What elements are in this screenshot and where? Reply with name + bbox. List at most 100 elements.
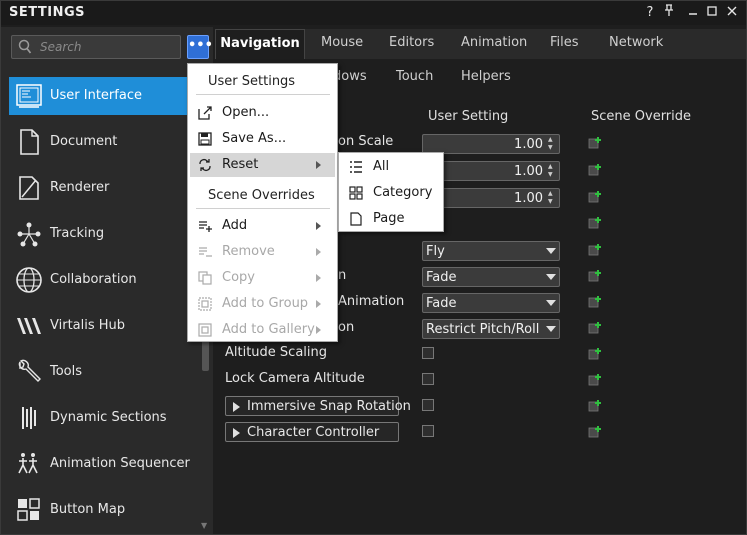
scene-override-add-icon[interactable] xyxy=(588,295,602,309)
tab-mouse[interactable]: Mouse xyxy=(321,29,363,59)
primary-tabs: Navigation Mouse Editors Animation Files… xyxy=(215,29,746,59)
menu-item-add-to-group[interactable]: Add to Group xyxy=(190,292,335,316)
row-label: on Scale xyxy=(338,134,394,149)
immersive-snap-rotation-expander[interactable]: Immersive Snap Rotation xyxy=(225,396,411,416)
row-label: Animation xyxy=(338,294,405,309)
sidebar-item-animation-sequencer[interactable]: Animation Sequencer xyxy=(9,445,205,483)
tab-touch[interactable]: Touch xyxy=(396,69,433,84)
sidebar-item-label: Tracking xyxy=(50,226,105,241)
scroll-down-icon[interactable]: ▼ xyxy=(201,521,207,530)
spinbox-value: 1.00 xyxy=(514,164,543,179)
sidebar-item-collaboration[interactable]: Collaboration xyxy=(9,261,205,299)
scene-override-add-icon[interactable] xyxy=(588,425,602,439)
sidebar-item-document[interactable]: Document xyxy=(9,123,205,161)
menu-item-copy[interactable]: Copy xyxy=(190,266,335,290)
more-options-button[interactable]: ••• xyxy=(187,35,213,59)
user-interface-icon xyxy=(15,82,43,110)
menu-item-label: Add to Gallery xyxy=(222,322,315,337)
menu-item-add[interactable]: Add xyxy=(190,214,335,238)
scene-override-add-icon[interactable] xyxy=(588,399,602,413)
scene-override-add-icon[interactable] xyxy=(588,347,602,361)
tab-editors[interactable]: Editors xyxy=(389,29,434,59)
menu-item-label: Copy xyxy=(222,270,255,285)
reset-icon xyxy=(198,158,212,172)
chevron-down-icon xyxy=(546,274,556,280)
submenu-arrow-icon xyxy=(316,222,321,230)
sidebar-item-button-map[interactable]: Button Map xyxy=(9,491,205,529)
menu-item-save-as[interactable]: Save As... xyxy=(190,127,335,151)
tab-windows[interactable]: dows xyxy=(333,69,367,84)
menu-item-remove[interactable]: Remove xyxy=(190,240,335,264)
spinbox-value: 1.00 xyxy=(514,191,543,206)
minimize-button[interactable] xyxy=(684,4,702,22)
settings-window: SETTINGS ? Search ••• User Interface Doc… xyxy=(0,0,747,535)
chevron-down-icon xyxy=(546,300,556,306)
scene-override-add-icon[interactable] xyxy=(588,269,602,283)
save-icon xyxy=(198,132,212,146)
expand-arrow-icon xyxy=(233,402,240,412)
spin-arrows-icon[interactable]: ▲ ▼ xyxy=(548,190,556,206)
sidebar-item-tools[interactable]: Tools xyxy=(9,353,205,391)
tab-navigation[interactable]: Navigation xyxy=(215,29,305,59)
menu-item-label: Add to Group xyxy=(222,296,309,311)
setting-dropdown[interactable]: Restrict Pitch/Roll… xyxy=(422,319,560,339)
sidebar-item-dynamic-sections[interactable]: Dynamic Sections xyxy=(9,399,205,437)
tab-files[interactable]: Files xyxy=(550,29,579,59)
row-label: n xyxy=(338,268,347,283)
renderer-icon xyxy=(15,174,43,202)
scene-override-add-icon[interactable] xyxy=(588,136,602,150)
close-button[interactable] xyxy=(723,4,741,22)
menu-item-add-to-gallery[interactable]: Add to Gallery xyxy=(190,318,335,342)
sidebar-item-label: Collaboration xyxy=(50,272,137,287)
setting-dropdown[interactable]: Fade xyxy=(422,267,560,287)
search-icon xyxy=(18,39,32,59)
scene-override-add-icon[interactable] xyxy=(588,243,602,257)
submenu-item-label: All xyxy=(373,159,390,174)
sidebar-item-virtalis-hub[interactable]: Virtalis Hub xyxy=(9,307,205,345)
submenu-item-all[interactable]: All xyxy=(341,155,441,179)
sidebar-item-tracking[interactable]: Tracking xyxy=(9,215,205,253)
group-icon xyxy=(198,297,212,311)
scene-override-add-icon[interactable] xyxy=(588,373,602,387)
character-controller-expander[interactable]: Character Controller xyxy=(225,422,399,442)
sidebar-item-renderer[interactable]: Renderer xyxy=(9,169,205,207)
submenu-item-category[interactable]: Category xyxy=(341,181,441,205)
altitude-scaling-checkbox[interactable] xyxy=(422,347,434,359)
scene-override-add-icon[interactable] xyxy=(588,321,602,335)
scene-override-add-icon[interactable] xyxy=(588,190,602,204)
spin-arrows-icon[interactable]: ▲ ▼ xyxy=(548,163,556,179)
menu-item-label: Add xyxy=(222,218,248,233)
search-input[interactable]: Search xyxy=(11,35,181,59)
tab-helpers[interactable]: Helpers xyxy=(461,69,511,84)
sidebar-item-user-interface[interactable]: User Interface xyxy=(9,77,205,115)
sidebar-item-label: Renderer xyxy=(50,180,110,195)
maximize-button[interactable] xyxy=(703,4,721,22)
character-controller-checkbox[interactable] xyxy=(422,425,434,437)
window-title: SETTINGS xyxy=(9,5,86,20)
collaboration-icon xyxy=(15,266,43,294)
pin-icon[interactable] xyxy=(660,4,678,22)
open-icon xyxy=(198,106,212,120)
scene-override-add-icon[interactable] xyxy=(588,216,602,230)
setting-spinbox[interactable]: 1.00 ▲ ▼ xyxy=(422,134,560,154)
remove-icon xyxy=(198,245,212,259)
sidebar-item-label: Button Map xyxy=(50,502,126,517)
scene-override-add-icon[interactable] xyxy=(588,163,602,177)
virtalis-hub-icon xyxy=(15,312,43,340)
setting-dropdown[interactable]: Fade xyxy=(422,293,560,313)
spin-arrows-icon[interactable]: ▲ ▼ xyxy=(548,136,556,152)
animation-sequencer-icon xyxy=(15,450,43,478)
lock-camera-altitude-checkbox[interactable] xyxy=(422,373,434,385)
menu-item-reset[interactable]: Reset xyxy=(190,153,335,177)
tab-animation[interactable]: Animation xyxy=(461,29,527,59)
document-icon xyxy=(15,128,43,156)
setting-dropdown[interactable]: Fly xyxy=(422,241,560,261)
dropdown-value: Fade xyxy=(426,296,457,311)
menu-header-scene-overrides: Scene Overrides xyxy=(208,188,315,203)
menu-item-open[interactable]: Open... xyxy=(190,101,335,125)
tab-network[interactable]: Network xyxy=(609,29,663,59)
submenu-item-page[interactable]: Page xyxy=(341,207,441,231)
expand-arrow-icon xyxy=(233,428,240,438)
immersive-snap-rotation-checkbox[interactable] xyxy=(422,399,434,411)
help-button[interactable]: ? xyxy=(641,4,659,22)
